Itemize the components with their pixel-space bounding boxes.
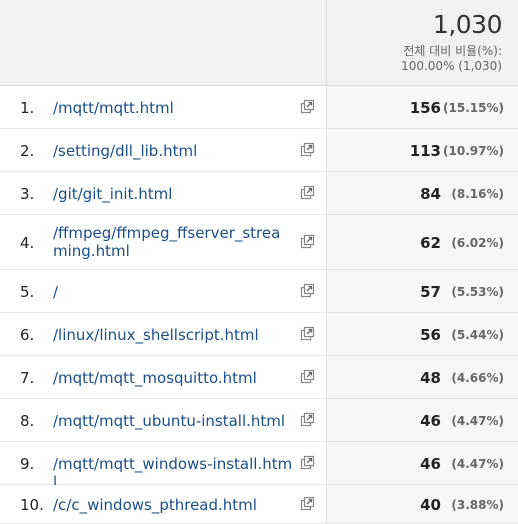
pageview-percent: (5.53%) — [451, 285, 504, 299]
pageview-percent: (4.66%) — [451, 371, 504, 385]
metric-cell: 46 (4.47%) — [327, 399, 518, 442]
page-cell: 3. /git/git_init.html — [0, 172, 327, 215]
page-cell: 10. /c/c_windows_pthread.html — [0, 485, 327, 524]
header-metric-cell: 1,030 전체 대비 비율(%): 100.00% (1,030) — [327, 0, 518, 86]
metric-cell: 62 (6.02%) — [327, 215, 518, 270]
metric-cell: 84 (8.16%) — [327, 172, 518, 215]
pageview-percent: (4.47%) — [451, 414, 504, 428]
row-number: 4. — [20, 234, 35, 252]
page-path-link[interactable]: /mqtt/mqtt_mosquitto.html — [53, 369, 293, 387]
table-row: 2. /setting/dll_lib.html 113 (10.97%) — [0, 129, 518, 172]
table-row: 1. /mqtt/mqtt.html 156 (15.15%) — [0, 86, 518, 129]
metric-cell: 57 (5.53%) — [327, 270, 518, 313]
table-row: 7. /mqtt/mqtt_mosquitto.html 48 (4.66%) — [0, 356, 518, 399]
pageview-count: 48 — [420, 369, 441, 387]
page-path-link[interactable]: / — [53, 283, 293, 301]
page-path-link[interactable]: /git/git_init.html — [53, 185, 293, 203]
row-number: 9. — [20, 455, 35, 473]
page-cell: 2. /setting/dll_lib.html — [0, 129, 327, 172]
pageview-count: 156 — [409, 99, 441, 117]
page-path-link[interactable]: /mqtt/mqtt.html — [53, 99, 293, 117]
row-number: 6. — [20, 326, 35, 344]
row-number: 8. — [20, 412, 35, 430]
row-number: 2. — [20, 142, 35, 160]
table-row: 5. / 57 (5.53%) — [0, 270, 518, 313]
metric-cell: 40 (3.88%) — [327, 485, 518, 524]
page-path-link[interactable]: /c/c_windows_pthread.html — [53, 496, 293, 514]
page-cell: 6. /linux/linux_shellscript.html — [0, 313, 327, 356]
open-in-new-window-icon[interactable] — [300, 99, 315, 114]
header-dimension-cell — [0, 0, 327, 86]
row-number: 10. — [20, 496, 44, 514]
open-in-new-window-icon[interactable] — [300, 142, 315, 157]
metric-cell: 48 (4.66%) — [327, 356, 518, 399]
pageview-percent: (10.97%) — [443, 144, 504, 158]
pageview-percent: (5.44%) — [451, 328, 504, 342]
metric-cell: 46 (4.47%) — [327, 442, 518, 485]
page-path-link[interactable]: /mqtt/mqtt_ubuntu-install.html — [53, 412, 293, 430]
metric-cell: 113 (10.97%) — [327, 129, 518, 172]
table-row: 4. /ffmpeg/ffmpeg_ffserver_streaming.html… — [0, 215, 518, 270]
metric-cell: 56 (5.44%) — [327, 313, 518, 356]
table-header: 1,030 전체 대비 비율(%): 100.00% (1,030) — [0, 0, 518, 86]
row-number: 3. — [20, 185, 35, 203]
total-percent: 100.00% (1,030) — [401, 59, 502, 73]
row-number: 5. — [20, 283, 35, 301]
pageview-count: 57 — [420, 283, 441, 301]
page-path-link[interactable]: /setting/dll_lib.html — [53, 142, 293, 160]
row-number: 1. — [20, 99, 35, 117]
page-path-link[interactable]: /linux/linux_shellscript.html — [53, 326, 293, 344]
table-row: 3. /git/git_init.html 84 (8.16%) — [0, 172, 518, 215]
table-row: 10. /c/c_windows_pthread.html 40 (3.88%) — [0, 485, 518, 524]
open-in-new-window-icon[interactable] — [300, 185, 315, 200]
open-in-new-window-icon[interactable] — [300, 496, 315, 511]
pageview-percent: (15.15%) — [443, 101, 504, 115]
total-caption: 전체 대비 비율(%): — [403, 44, 502, 58]
pageview-count: 56 — [420, 326, 441, 344]
page-cell: 5. / — [0, 270, 327, 313]
page-path-link[interactable]: /ffmpeg/ffmpeg_ffserver_streaming.html — [53, 224, 293, 260]
page-cell: 9./mqtt/mqtt_windows-install.html — [0, 442, 327, 491]
open-in-new-window-icon[interactable] — [300, 455, 315, 470]
page-cell: 7. /mqtt/mqtt_mosquitto.html — [0, 356, 327, 399]
total-value: 1,030 — [432, 10, 503, 39]
pageview-percent: (4.47%) — [451, 457, 504, 471]
pageview-percent: (6.02%) — [451, 236, 504, 250]
table-row: 9./mqtt/mqtt_windows-install.html 46 (4.47… — [0, 442, 518, 491]
pageview-count: 84 — [420, 185, 441, 203]
pageview-percent: (8.16%) — [451, 187, 504, 201]
page-cell: 8. /mqtt/mqtt_ubuntu-install.html — [0, 399, 327, 442]
table-row: 8. /mqtt/mqtt_ubuntu-install.html 46 (4.47%… — [0, 399, 518, 442]
pageview-count: 62 — [420, 234, 441, 252]
table-row: 6. /linux/linux_shellscript.html 56 (5.44%) — [0, 313, 518, 356]
pageview-count: 113 — [409, 142, 441, 160]
metric-cell: 156 (15.15%) — [327, 86, 518, 129]
page-cell: 4. /ffmpeg/ffmpeg_ffserver_streaming.html — [0, 215, 327, 270]
pageview-count: 46 — [420, 412, 441, 430]
page-cell: 1. /mqtt/mqtt.html — [0, 86, 327, 129]
open-in-new-window-icon[interactable] — [300, 412, 315, 427]
open-in-new-window-icon[interactable] — [300, 234, 315, 249]
pageview-percent: (3.88%) — [451, 498, 504, 512]
open-in-new-window-icon[interactable] — [300, 283, 315, 298]
row-number: 7. — [20, 369, 35, 387]
pageview-count: 40 — [420, 496, 441, 514]
pageview-count: 46 — [420, 455, 441, 473]
open-in-new-window-icon[interactable] — [300, 369, 315, 384]
open-in-new-window-icon[interactable] — [300, 326, 315, 341]
pages-table: 1,030 전체 대비 비율(%): 100.00% (1,030) 1. /mq… — [0, 0, 518, 524]
